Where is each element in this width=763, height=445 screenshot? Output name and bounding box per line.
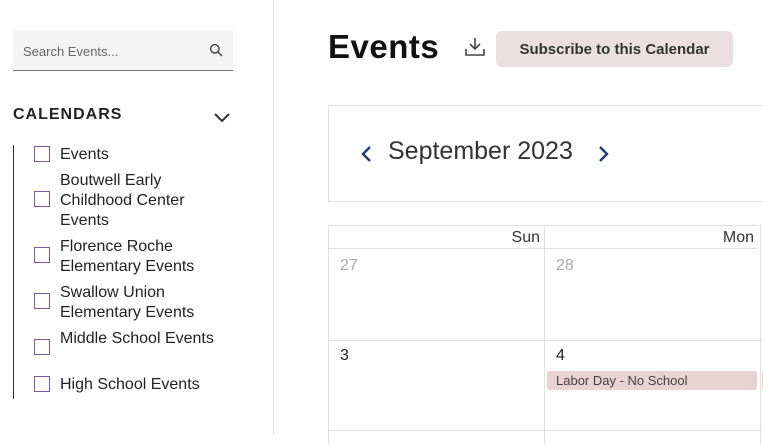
calendar-item-label: High School Events (60, 376, 200, 393)
day-number[interactable]: 28 (556, 257, 574, 275)
calendar-checkbox[interactable] (34, 191, 50, 207)
chevron-right-icon[interactable] (595, 144, 611, 164)
calendar-item-label: Events (60, 146, 109, 163)
calendar-item-swallow-union[interactable]: Swallow Union Elementary Events (34, 283, 234, 323)
grid-line (544, 225, 545, 445)
calendar-item-florence-roche[interactable]: Florence Roche Elementary Events (34, 237, 234, 277)
grid-line (760, 225, 761, 445)
chevron-left-icon[interactable] (359, 144, 375, 164)
event-labor-day[interactable]: Labor Day - No School (547, 371, 757, 390)
calendar-checkbox[interactable] (34, 146, 50, 162)
day-header-mon: Mon (544, 225, 758, 249)
day-number[interactable]: 3 (340, 347, 349, 365)
month-navigator: September 2023 (328, 105, 763, 202)
calendar-list: Events Boutwell Early Childhood Center E… (13, 145, 234, 399)
calendar-item-label: Swallow Union Elementary Events (60, 284, 195, 321)
calendar-item-middle-school[interactable]: Middle School Events (34, 329, 234, 355)
calendar-item-boutwell[interactable]: Boutwell Early Childhood Center Events (34, 171, 234, 231)
calendar-checkbox[interactable] (34, 339, 50, 355)
sidebar: CALENDARS Events Boutwell Early Childhoo… (0, 0, 274, 435)
subscribe-button[interactable]: Subscribe to this Calendar (496, 31, 733, 67)
calendar-item-events[interactable]: Events (34, 145, 234, 165)
grid-line (328, 430, 763, 431)
day-number[interactable]: 4 (556, 347, 565, 365)
main-content: Events Subscribe to this Calendar Septem… (274, 0, 763, 445)
search-icon[interactable] (209, 43, 223, 57)
calendars-heading: CALENDARS (13, 106, 123, 123)
day-header-sun: Sun (328, 225, 544, 249)
search-input[interactable] (21, 31, 205, 71)
search-box (13, 31, 233, 71)
download-icon[interactable] (464, 36, 486, 58)
day-number[interactable]: 27 (340, 257, 358, 275)
calendar-checkbox[interactable] (34, 376, 50, 392)
calendar-item-label: Florence Roche Elementary Events (60, 238, 195, 275)
calendars-header[interactable]: CALENDARS (13, 106, 233, 128)
grid-line (328, 225, 329, 445)
grid-line (328, 340, 763, 341)
chevron-down-icon[interactable] (213, 108, 231, 126)
calendar-checkbox[interactable] (34, 247, 50, 263)
month-label: September 2023 (388, 137, 573, 165)
calendar-item-label: Middle School Events (60, 330, 214, 347)
page-title: Events (328, 28, 440, 65)
calendar-item-high-school[interactable]: High School Events (34, 375, 234, 395)
calendar-item-label: Boutwell Early Childhood Center Events (60, 172, 185, 229)
calendar-grid: Sun Mon 27 28 3 4 Labor Day - No School (328, 225, 763, 445)
calendar-checkbox[interactable] (34, 293, 50, 309)
